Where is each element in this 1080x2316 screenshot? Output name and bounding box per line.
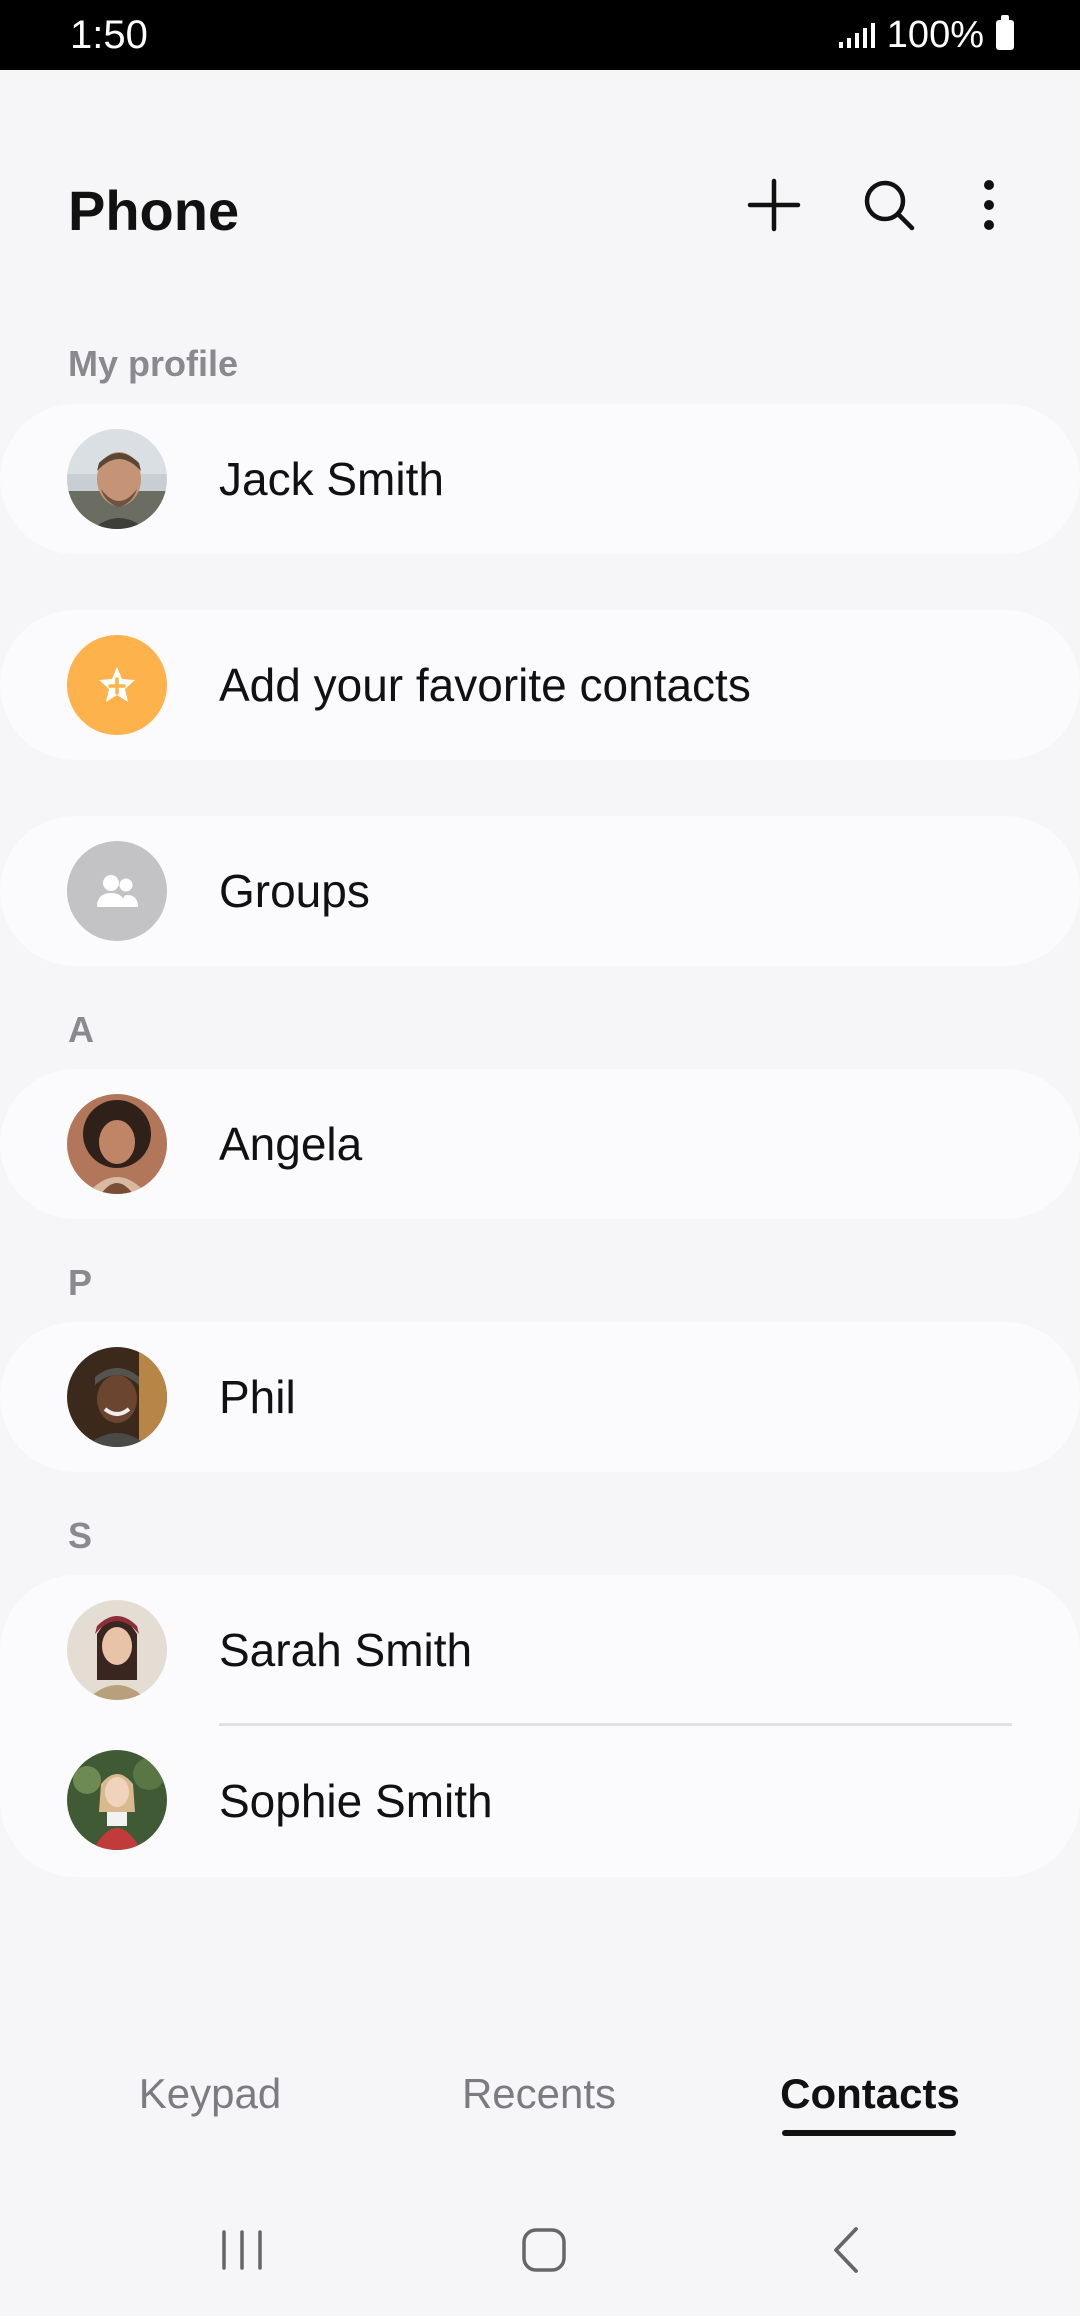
more-vert-icon[interactable] (954, 170, 1024, 240)
tab-contacts[interactable]: Contacts (775, 2070, 965, 2118)
tab-keypad[interactable]: Keypad (130, 2070, 290, 2118)
favorites-card[interactable]: Add your favorite contacts (0, 610, 1080, 760)
back-icon[interactable] (806, 2220, 886, 2280)
groups-card[interactable]: Groups (0, 816, 1080, 966)
my-profile-label: My profile (68, 343, 239, 384)
avatar (67, 1750, 167, 1850)
contact-row[interactable]: Angela (0, 1069, 1080, 1219)
page-title: Phone (68, 179, 240, 242)
avatar (67, 429, 167, 529)
favorites-row[interactable]: Add your favorite contacts (0, 610, 1080, 760)
groups-label: Groups (219, 865, 370, 917)
status-bar: 1:50 100% (0, 0, 1080, 70)
favorites-label: Add your favorite contacts (219, 659, 751, 711)
contacts-card-s: Sarah Smith Sophie Smith (0, 1575, 1080, 1877)
contact-name: Sophie Smith (219, 1775, 493, 1827)
home-icon[interactable] (504, 2220, 584, 2280)
section-header-s: S (68, 1515, 93, 1556)
groups-row[interactable]: Groups (0, 816, 1080, 966)
contact-row[interactable]: Sarah Smith (0, 1575, 1080, 1725)
avatar (67, 1347, 167, 1447)
search-icon[interactable] (854, 170, 924, 240)
tab-recents[interactable]: Recents (454, 2070, 624, 2118)
favorites-star-icon (67, 635, 167, 735)
contacts-card-p: Phil (0, 1322, 1080, 1472)
my-profile-card[interactable]: Jack Smith (0, 404, 1080, 554)
avatar (67, 1094, 167, 1194)
plus-icon[interactable] (739, 170, 809, 240)
profile-name: Jack Smith (219, 453, 444, 505)
contact-name: Sarah Smith (219, 1624, 473, 1676)
avatar (67, 1600, 167, 1700)
bottom-tab-bar: Keypad Recents Contacts (0, 2060, 1080, 2200)
section-header-a: A (68, 1009, 94, 1050)
contact-name: Angela (219, 1118, 363, 1170)
contact-row[interactable]: Phil (0, 1322, 1080, 1472)
system-nav-bar (0, 2200, 1080, 2316)
profile-row[interactable]: Jack Smith (0, 404, 1080, 554)
recent-apps-icon[interactable] (202, 2220, 282, 2280)
section-header-p: P (68, 1262, 93, 1303)
battery-icon (996, 15, 1014, 50)
groups-icon (67, 841, 167, 941)
contacts-card-a: Angela (0, 1069, 1080, 1219)
active-tab-indicator (782, 2130, 956, 2136)
contact-name: Phil (219, 1371, 296, 1423)
signal-icon (838, 22, 875, 48)
status-indicators: 100% (838, 13, 1014, 57)
status-time: 1:50 (70, 12, 148, 57)
battery-percentage: 100% (886, 13, 984, 56)
contact-row[interactable]: Sophie Smith (0, 1725, 1080, 1877)
